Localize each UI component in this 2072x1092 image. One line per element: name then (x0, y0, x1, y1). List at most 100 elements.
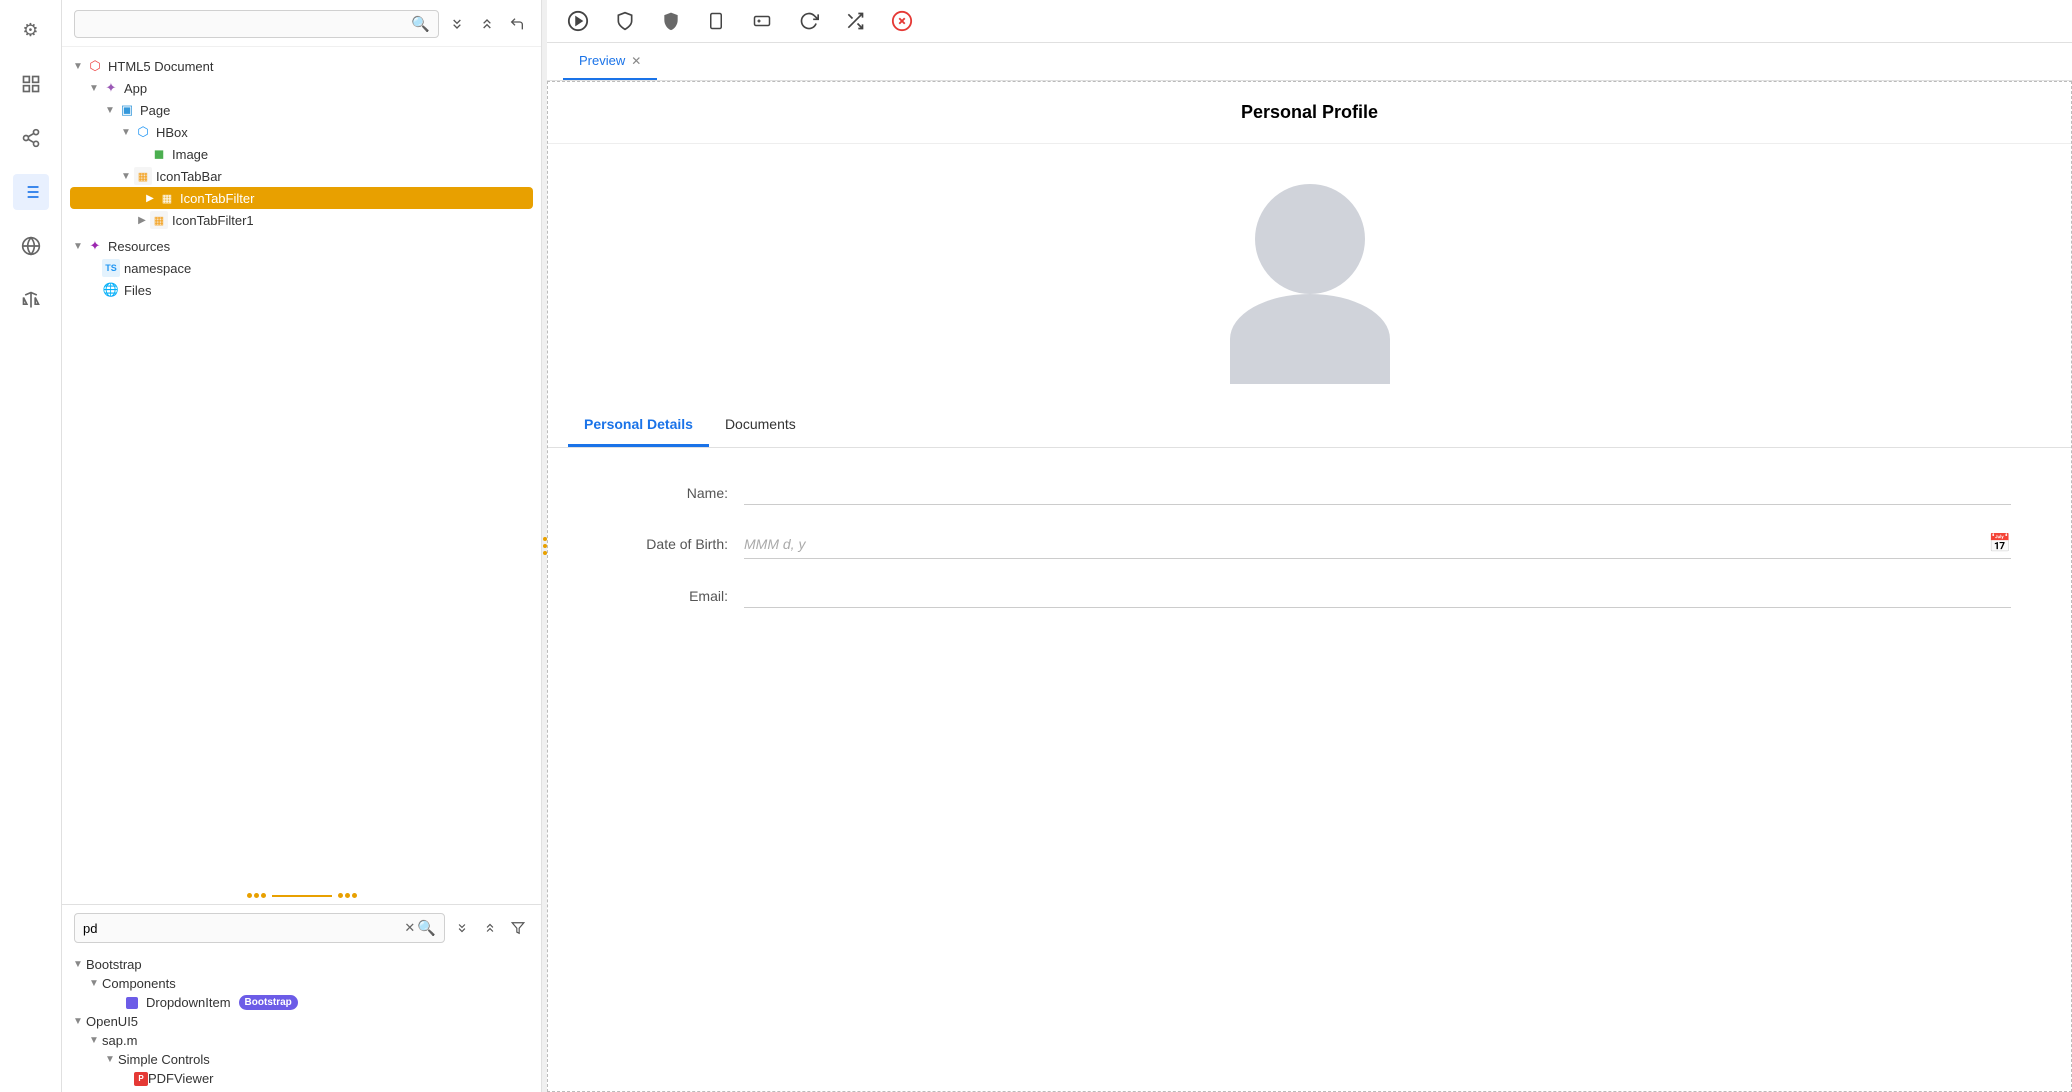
lib-item-simplecontrols[interactable]: ▼ Simple Controls (62, 1050, 541, 1069)
tree-label-icontabfilter: IconTabFilter (180, 191, 254, 206)
tree-item-files[interactable]: 🌐 Files (62, 279, 541, 301)
tree-item-namespace[interactable]: TS namespace (62, 257, 541, 279)
preview-content: Personal Profile Personal Details Docume… (547, 81, 2072, 1092)
shuffle-icon[interactable] (841, 7, 869, 35)
calendar-icon[interactable]: 📅 (1989, 533, 2011, 554)
lib-collapse-button[interactable] (451, 917, 473, 939)
lib-expand-button[interactable] (479, 917, 501, 939)
lib-item-sapm[interactable]: ▼ sap.m (62, 1031, 541, 1050)
tree-area: ▼ ⬡ HTML5 Document ▼ ✦ App ▼ ▣ Page ▼ ⬡ … (62, 47, 541, 887)
preview-tab-documents[interactable]: Documents (709, 404, 812, 447)
tree-arrow-icontabbar: ▼ (118, 171, 134, 182)
lib-label-openui5: OpenUI5 (86, 1014, 138, 1029)
tree-arrow-icontabfilter: ▶ (142, 193, 158, 204)
lib-item-components[interactable]: ▼ Components (62, 974, 541, 993)
library-tree: ▼ Bootstrap ▼ Components DropdownItem Bo… (62, 951, 541, 1092)
lib-item-bootstrap[interactable]: ▼ Bootstrap (62, 955, 541, 974)
tab-close-preview[interactable]: ✕ (631, 54, 641, 68)
avatar-head (1255, 184, 1365, 294)
expand-all-button[interactable] (475, 12, 499, 36)
form-row-name: Name: (608, 468, 2011, 517)
tree-icon-html5doc: ⬡ (86, 57, 104, 75)
form-label-email: Email: (608, 588, 728, 604)
tree-label-hbox: HBox (156, 125, 188, 140)
form-label-name: Name: (608, 485, 728, 501)
tree-label-resources: Resources (108, 239, 170, 254)
lib-label-sapm: sap.m (102, 1033, 137, 1048)
tree-item-resources[interactable]: ▼ ✦ Resources (62, 235, 541, 257)
lib-item-dropdownitem[interactable]: DropdownItem Bootstrap (62, 993, 541, 1012)
tree-icon-app: ✦ (102, 79, 120, 97)
name-input[interactable] (744, 484, 2011, 500)
email-input[interactable] (744, 587, 2011, 603)
top-search-input-wrap[interactable]: 🔍 (74, 10, 439, 38)
share-icon[interactable] (13, 120, 49, 156)
preview-tab-label-documents: Documents (725, 416, 796, 432)
gamepad-icon[interactable] (747, 8, 777, 34)
tree-item-icontabfilter1[interactable]: ▶ ▦ IconTabFilter1 (62, 209, 541, 231)
tab-preview[interactable]: Preview ✕ (563, 43, 657, 80)
tree-label-namespace: namespace (124, 261, 191, 276)
clear-search-button[interactable]: ✕ (402, 918, 417, 938)
tree-arrow-icontabfilter1: ▶ (134, 215, 150, 226)
tree-arrow-html5doc: ▼ (70, 61, 86, 72)
list-icon[interactable] (13, 174, 49, 210)
undo-button[interactable] (505, 12, 529, 36)
avatar-wrapper (1230, 184, 1390, 384)
bottom-search-input-wrap[interactable]: pd ✕ 🔍 (74, 913, 445, 943)
form-input-email[interactable] (744, 583, 2011, 608)
bottom-search-icon[interactable]: 🔍 (417, 919, 436, 937)
top-search-icon[interactable]: 🔍 (411, 15, 430, 33)
lib-label-components: Components (102, 976, 176, 991)
tree-item-app[interactable]: ▼ ✦ App (62, 77, 541, 99)
tree-icon-icontabfilter: ▦ (158, 189, 176, 207)
preview-toolbar (547, 0, 2072, 43)
shield-icon-2[interactable] (657, 7, 685, 35)
tree-item-page[interactable]: ▼ ▣ Page (62, 99, 541, 121)
globe-icon[interactable] (13, 228, 49, 264)
right-panel: Preview ✕ Personal Profile (547, 0, 2072, 1092)
mobile-icon[interactable] (703, 6, 729, 36)
divider-dots (62, 887, 541, 904)
shield-icon-1[interactable] (611, 7, 639, 35)
bottom-search-area: pd ✕ 🔍 (62, 905, 541, 951)
settings-icon[interactable]: ⚙ (13, 12, 49, 48)
collapse-all-button[interactable] (445, 12, 469, 36)
lib-item-pdfviewer[interactable]: P PDFViewer (62, 1069, 541, 1088)
bottom-panel: pd ✕ 🔍 ▼ Bootstrap (62, 904, 541, 1092)
play-button[interactable] (563, 6, 593, 36)
form-input-name[interactable] (744, 480, 2011, 505)
tree-item-icontabfilter[interactable]: ▶ ▦ IconTabFilter (70, 187, 533, 209)
tab-bar: Preview ✕ (547, 43, 2072, 81)
lib-badge-dropdownitem: Bootstrap (239, 995, 298, 1010)
layers-icon[interactable] (13, 66, 49, 102)
tree-icon-resources: ✦ (86, 237, 104, 255)
left-panel: 🔍 ▼ ⬡ HTML5 Document ▼ ✦ (62, 0, 542, 1092)
lib-label-bootstrap: Bootstrap (86, 957, 142, 972)
tree-label-icontabbar: IconTabBar (156, 169, 222, 184)
tree-icon-icontabfilter1: ▦ (150, 211, 168, 229)
lib-label-dropdownitem: DropdownItem (146, 995, 231, 1010)
top-search-area: 🔍 (62, 0, 541, 47)
tree-label-icontabfilter1: IconTabFilter1 (172, 213, 254, 228)
resizer-dots (543, 537, 547, 555)
lib-label-simplecontrols: Simple Controls (118, 1052, 210, 1067)
tree-item-hbox[interactable]: ▼ ⬡ HBox (62, 121, 541, 143)
refresh-icon[interactable] (795, 7, 823, 35)
balance-icon[interactable] (13, 282, 49, 318)
tree-icon-namespace: TS (102, 259, 120, 277)
form-input-dob[interactable]: MMM d, y 📅 (744, 529, 2011, 559)
preview-inner: Personal Profile Personal Details Docume… (547, 81, 2072, 1092)
close-circle-icon[interactable] (887, 6, 917, 36)
tree-arrow-hbox: ▼ (118, 127, 134, 138)
lib-filter-button[interactable] (507, 917, 529, 939)
preview-tab-personal-details[interactable]: Personal Details (568, 404, 709, 447)
tree-item-image[interactable]: ◼ Image (62, 143, 541, 165)
tree-item-html5doc[interactable]: ▼ ⬡ HTML5 Document (62, 55, 541, 77)
tree-item-icontabbar[interactable]: ▼ ▦ IconTabBar (62, 165, 541, 187)
top-search-input[interactable] (83, 17, 411, 32)
lib-item-openui5[interactable]: ▼ OpenUI5 (62, 1012, 541, 1031)
bottom-search-input[interactable]: pd (83, 921, 402, 936)
tree-icon-image: ◼ (150, 145, 168, 163)
tab-preview-label: Preview (579, 53, 625, 68)
